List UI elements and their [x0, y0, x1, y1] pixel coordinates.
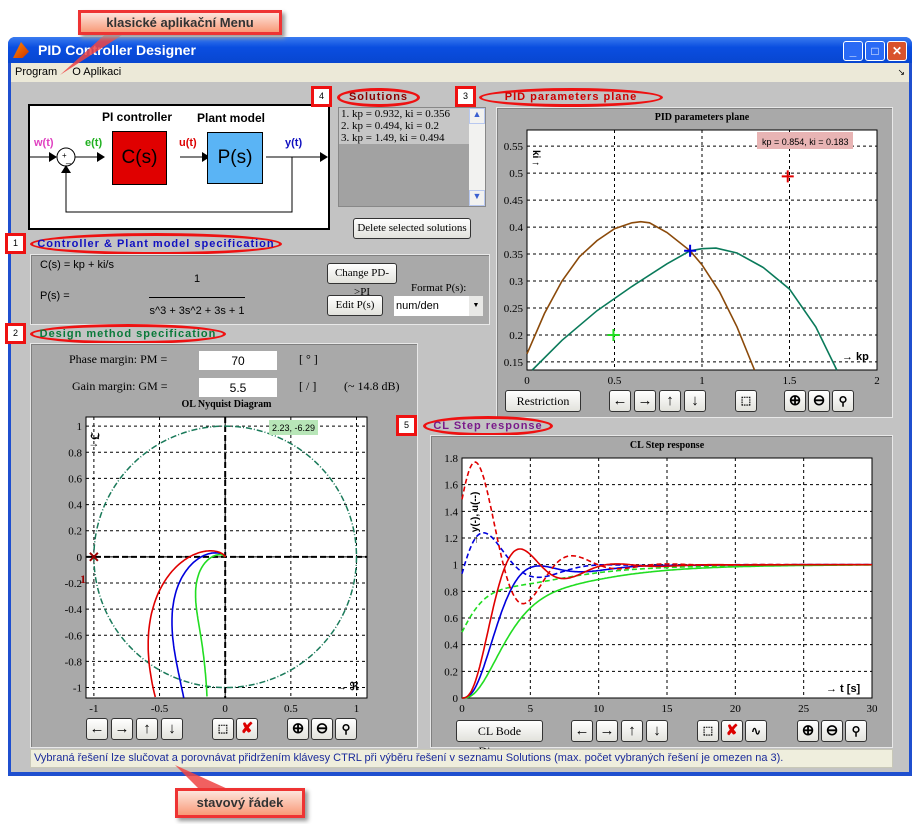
callout-pointers — [60, 30, 230, 790]
callout-status-bar: stavový řádek — [175, 788, 305, 818]
callout-menu: klasické aplikační Menu — [78, 10, 282, 35]
